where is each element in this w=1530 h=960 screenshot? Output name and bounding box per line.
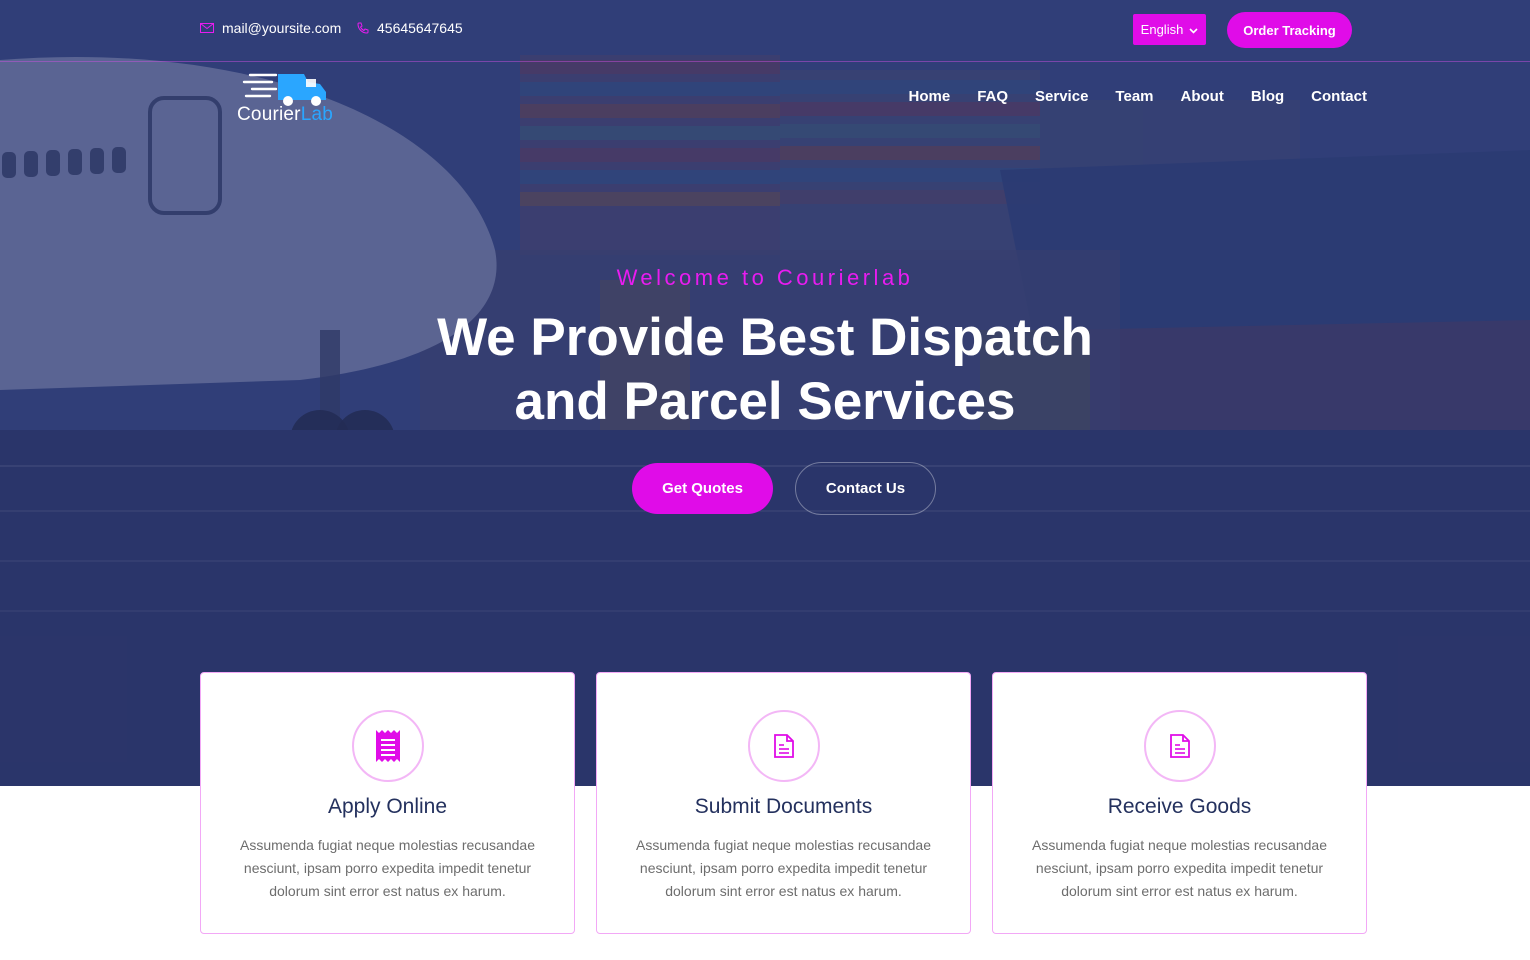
top-bar: mail@yoursite.com 45645647645 English Or…: [0, 0, 1530, 62]
receipt-icon: [376, 730, 400, 762]
nav-item-service[interactable]: Service: [1035, 88, 1088, 105]
nav-item-team[interactable]: Team: [1115, 88, 1153, 105]
feature-card-apply-online: Apply Online Assumenda fugiat neque mole…: [200, 672, 575, 934]
hero-section: mail@yoursite.com 45645647645 English Or…: [0, 0, 1530, 786]
hero-headline: We Provide Best Dispatch and Parcel Serv…: [0, 306, 1530, 434]
language-value: English: [1140, 22, 1184, 37]
nav-item-faq[interactable]: FAQ: [977, 88, 1008, 105]
email-text: mail@yoursite.com: [222, 20, 342, 36]
hero-welcome: Welcome to Courierlab: [616, 265, 914, 290]
main-nav: Home FAQ Service Team About Blog Contact: [909, 88, 1368, 105]
feature-icon-circle: [748, 710, 820, 782]
phone-contact[interactable]: 45645647645: [357, 20, 463, 36]
feature-icon-circle: [352, 710, 424, 782]
feature-title: Apply Online: [327, 795, 448, 818]
language-select[interactable]: English: [1133, 14, 1206, 45]
get-quotes-button[interactable]: Get Quotes: [632, 463, 773, 514]
nav-item-home[interactable]: Home: [909, 88, 951, 105]
contact-us-button[interactable]: Contact Us: [795, 462, 936, 515]
feature-icon-circle: [1144, 710, 1216, 782]
feature-description: Assumenda fugiat neque molestias recusan…: [240, 837, 535, 899]
feature-card-submit-documents: Submit Documents Assumenda fugiat neque …: [596, 672, 971, 934]
phone-icon: [357, 22, 369, 34]
order-tracking-button[interactable]: Order Tracking: [1227, 12, 1352, 48]
email-contact[interactable]: mail@yoursite.com: [200, 20, 341, 36]
logo[interactable]: CourierLab: [236, 70, 346, 128]
feature-description: Assumenda fugiat neque molestias recusan…: [636, 837, 931, 899]
feature-description: Assumenda fugiat neque molestias recusan…: [1032, 837, 1327, 899]
feature-card-receive-goods: Receive Goods Assumenda fugiat neque mol…: [992, 672, 1367, 934]
logo-wordmark: CourierLab: [237, 104, 334, 125]
hero-headline-line1: We Provide Best Dispatch: [437, 308, 1093, 367]
phone-text: 45645647645: [377, 20, 463, 36]
feature-title: Submit Documents: [694, 795, 873, 818]
envelope-icon: [200, 23, 214, 33]
document-icon: [774, 734, 794, 758]
nav-item-blog[interactable]: Blog: [1251, 88, 1284, 105]
nav-item-contact[interactable]: Contact: [1311, 88, 1367, 105]
hero-headline-line2: and Parcel Services: [514, 372, 1016, 431]
document-icon: [1170, 734, 1190, 758]
chevron-down-icon: [1189, 22, 1198, 37]
nav-item-about[interactable]: About: [1181, 88, 1224, 105]
feature-title: Receive Goods: [1107, 795, 1252, 818]
